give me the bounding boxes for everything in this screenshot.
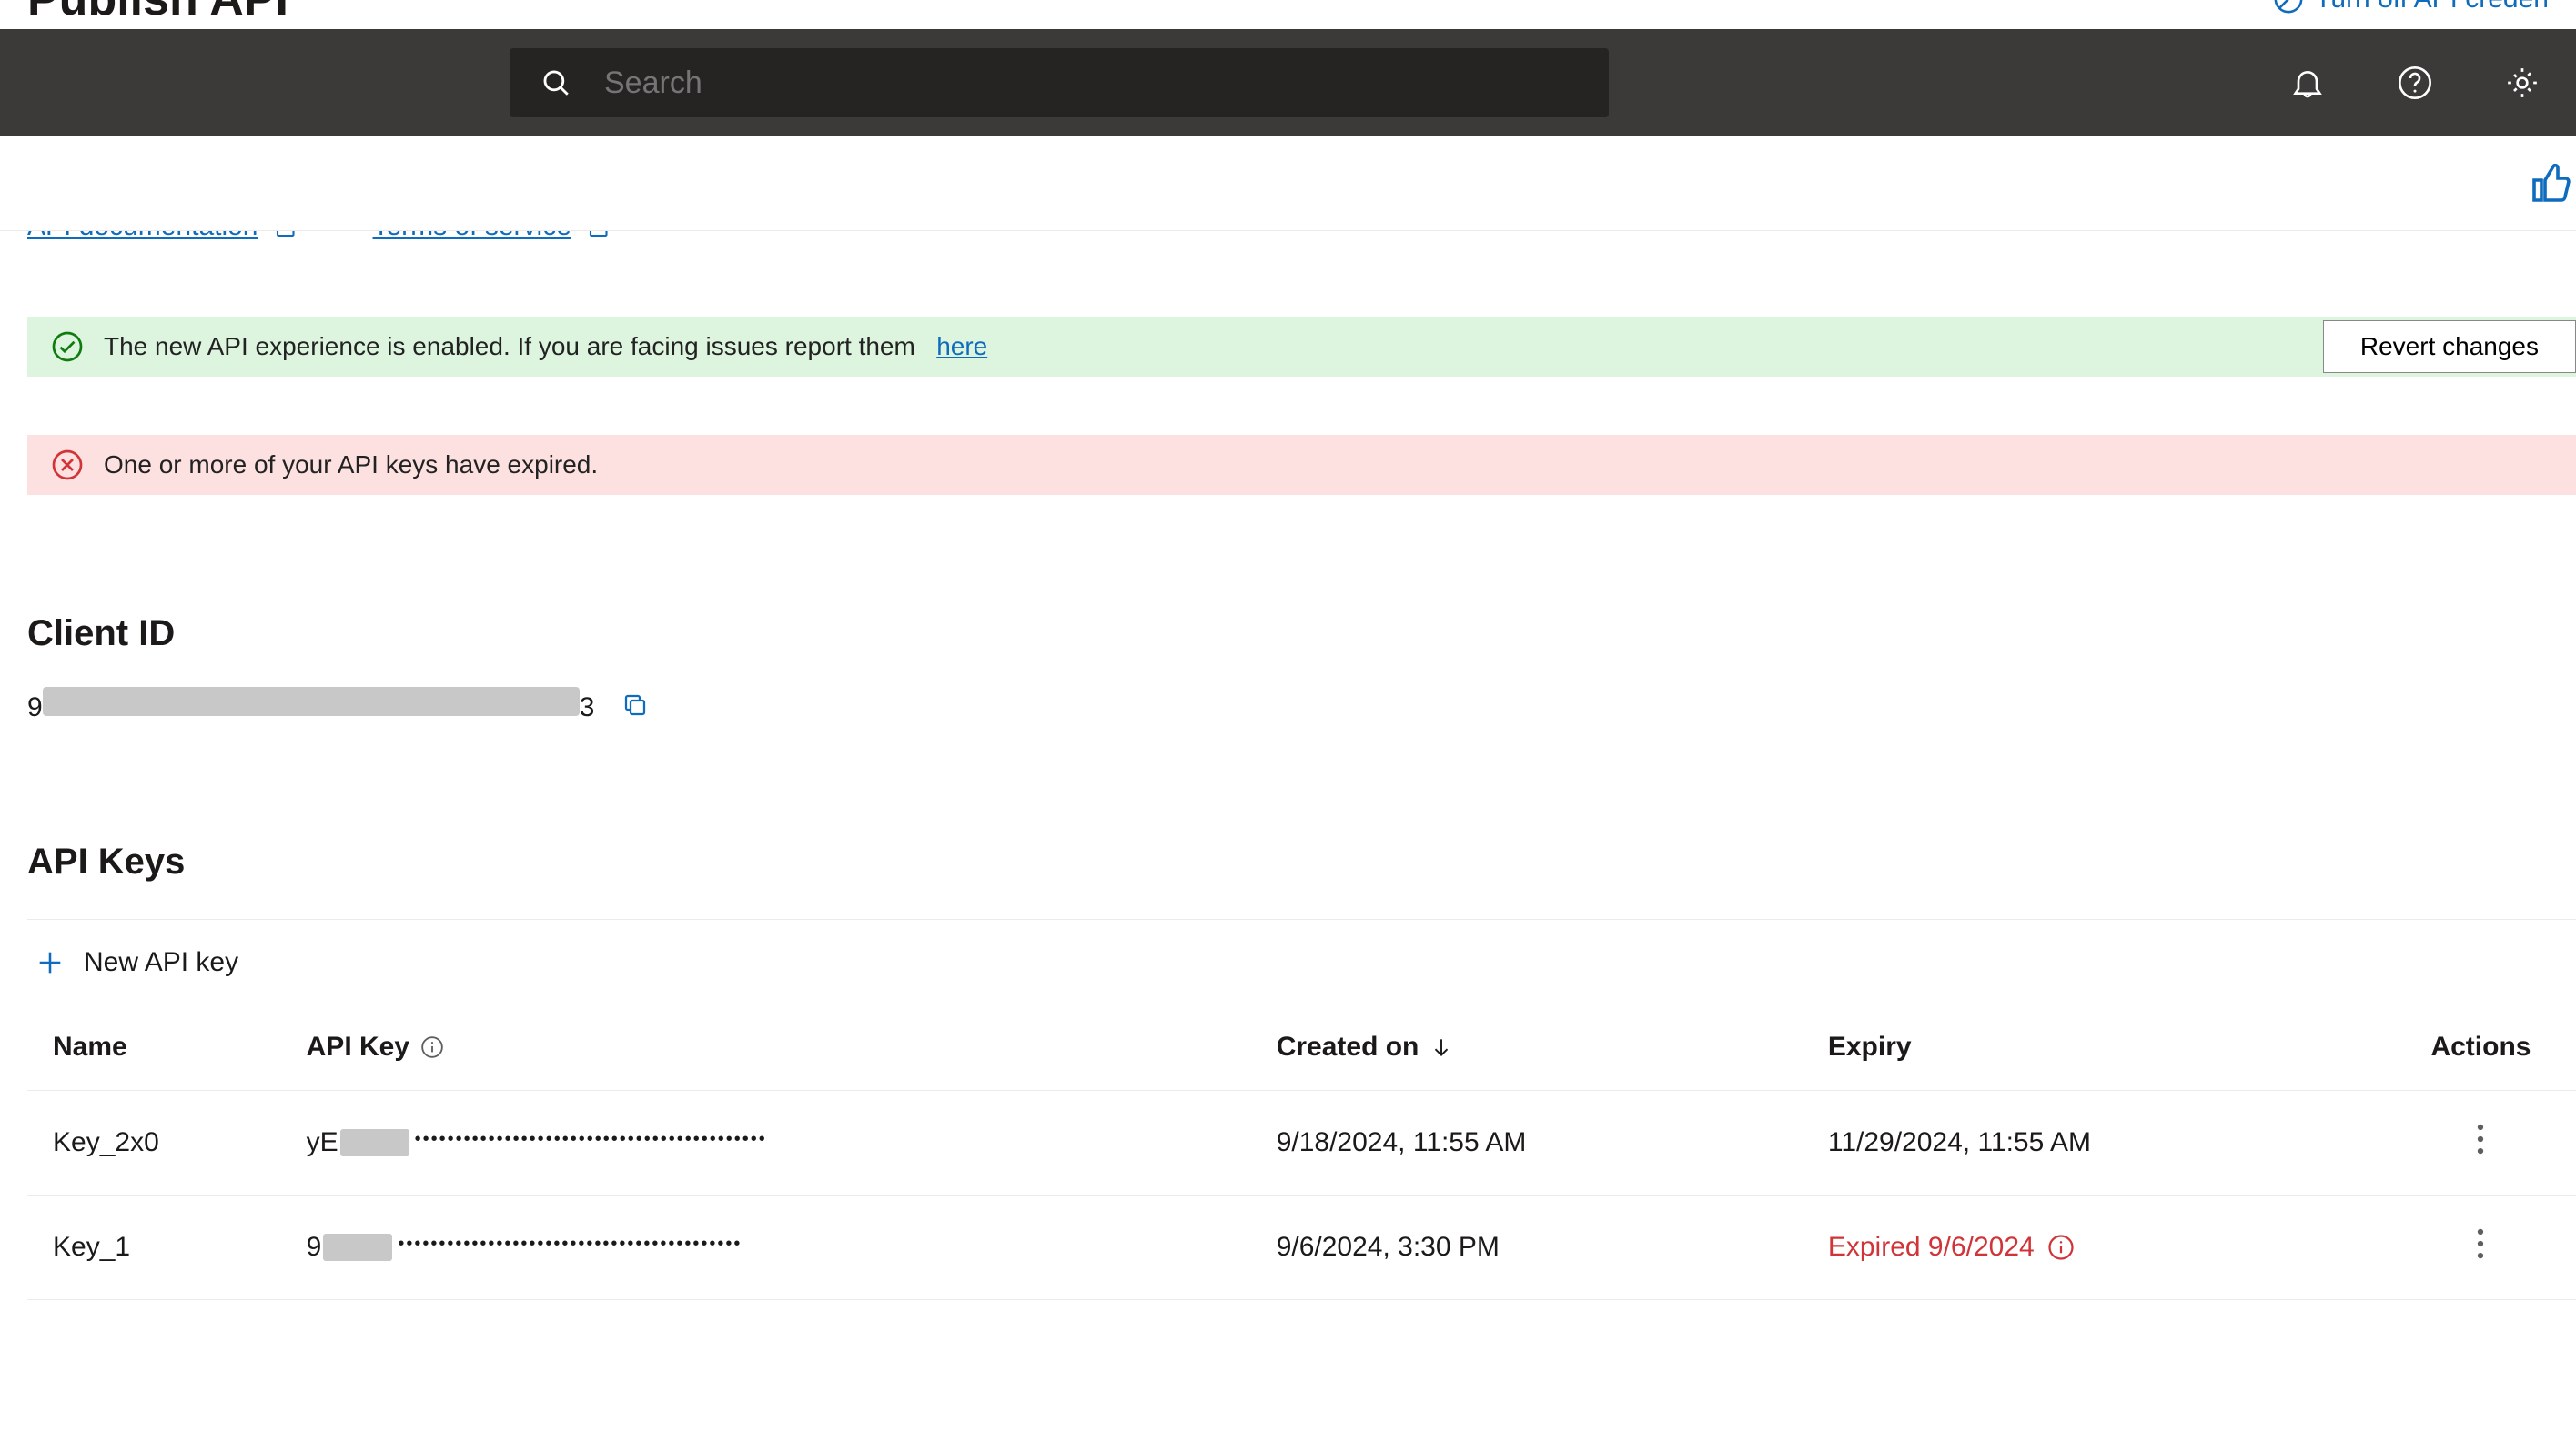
command-bar	[0, 29, 2576, 136]
turn-off-label: Turn off API creden	[2315, 0, 2549, 15]
gear-icon	[2504, 65, 2541, 101]
search-box[interactable]	[510, 48, 1609, 117]
error-text: One or more of your API keys have expire…	[104, 450, 598, 479]
col-actions-header: Actions	[2386, 1004, 2576, 1091]
plus-icon	[35, 947, 66, 978]
help-icon	[2397, 65, 2433, 101]
api-keys-heading: API Keys	[27, 842, 2576, 883]
settings-button[interactable]	[2469, 29, 2576, 136]
success-here-link[interactable]: here	[936, 332, 987, 360]
feedback-button[interactable]	[2529, 162, 2572, 206]
key-created: 9/18/2024, 11:55 AM	[1264, 1091, 1815, 1196]
tos-label: Terms of service	[373, 231, 571, 242]
turn-off-api-creds-link[interactable]: Turn off API creden	[2273, 0, 2549, 15]
search-icon	[540, 67, 571, 98]
table-row: Key_19••••••••••••••••••••••••••••••••••…	[27, 1196, 2576, 1300]
row-actions-button[interactable]	[2399, 1124, 2563, 1155]
key-created: 9/6/2024, 3:30 PM	[1264, 1196, 1815, 1300]
client-id-heading: Client ID	[27, 613, 2576, 654]
help-button[interactable]	[2361, 29, 2469, 136]
page-header: Publish API Turn off API creden	[0, 0, 2576, 29]
success-icon	[51, 330, 84, 363]
table-row: Key_2x0yE•••••••••••••••••••••••••••••••…	[27, 1091, 2576, 1196]
error-icon	[51, 449, 84, 481]
api-documentation-label: API documentation	[27, 231, 258, 242]
new-api-key-label: New API key	[84, 947, 238, 978]
success-text: The new API experience is enabled. If yo…	[104, 332, 915, 360]
key-expiry: 11/29/2024, 11:55 AM	[1815, 1091, 2386, 1196]
key-actions	[2386, 1196, 2576, 1300]
redacted-block	[43, 687, 580, 716]
info-icon	[420, 1035, 444, 1059]
new-api-key-button[interactable]: New API key	[27, 947, 238, 978]
page-title: Publish API	[27, 0, 288, 26]
client-id-value: 93	[27, 687, 594, 723]
col-expiry-header[interactable]: Expiry	[1815, 1004, 2386, 1091]
key-value: yE••••••••••••••••••••••••••••••••••••••…	[294, 1091, 1264, 1196]
open-icon	[273, 231, 300, 240]
key-name: Key_2x0	[27, 1091, 294, 1196]
revert-changes-button[interactable]: Revert changes	[2323, 320, 2576, 373]
success-banner: The new API experience is enabled. If yo…	[27, 317, 2576, 377]
copy-icon	[621, 691, 649, 719]
notifications-button[interactable]	[2254, 29, 2361, 136]
api-documentation-link[interactable]: API documentation	[27, 231, 300, 242]
error-banner: One or more of your API keys have expire…	[27, 435, 2576, 495]
api-keys-section: API Keys New API key Name API Key	[27, 842, 2576, 1300]
redacted-block	[323, 1234, 392, 1261]
copy-client-id-button[interactable]	[621, 691, 649, 719]
info-icon	[2047, 1234, 2075, 1261]
util-strip	[0, 136, 2576, 231]
col-created-header[interactable]: Created on	[1264, 1004, 1815, 1091]
search-input[interactable]	[604, 66, 1578, 101]
header-links-row: API documentation Terms of service	[27, 231, 2549, 286]
sort-desc-icon	[1429, 1035, 1453, 1059]
more-vertical-icon	[2477, 1124, 2484, 1155]
bell-icon	[2289, 65, 2326, 101]
key-expiry: Expired 9/6/2024	[1815, 1196, 2386, 1300]
redacted-block	[340, 1129, 409, 1156]
disable-icon	[2273, 0, 2304, 15]
client-id-section: Client ID 93	[27, 613, 2576, 723]
api-keys-table: Name API Key Created on Expiry	[27, 1004, 2576, 1300]
key-actions	[2386, 1091, 2576, 1196]
col-name-header[interactable]: Name	[27, 1004, 294, 1091]
terms-of-service-link[interactable]: Terms of service	[373, 231, 613, 242]
key-value: 9•••••••••••••••••••••••••••••••••••••••…	[294, 1196, 1264, 1300]
key-name: Key_1	[27, 1196, 294, 1300]
more-vertical-icon	[2477, 1228, 2484, 1259]
open-icon	[586, 231, 613, 240]
row-actions-button[interactable]	[2399, 1228, 2563, 1259]
thumbs-up-icon	[2529, 162, 2572, 206]
col-apikey-header[interactable]: API Key	[294, 1004, 1264, 1091]
